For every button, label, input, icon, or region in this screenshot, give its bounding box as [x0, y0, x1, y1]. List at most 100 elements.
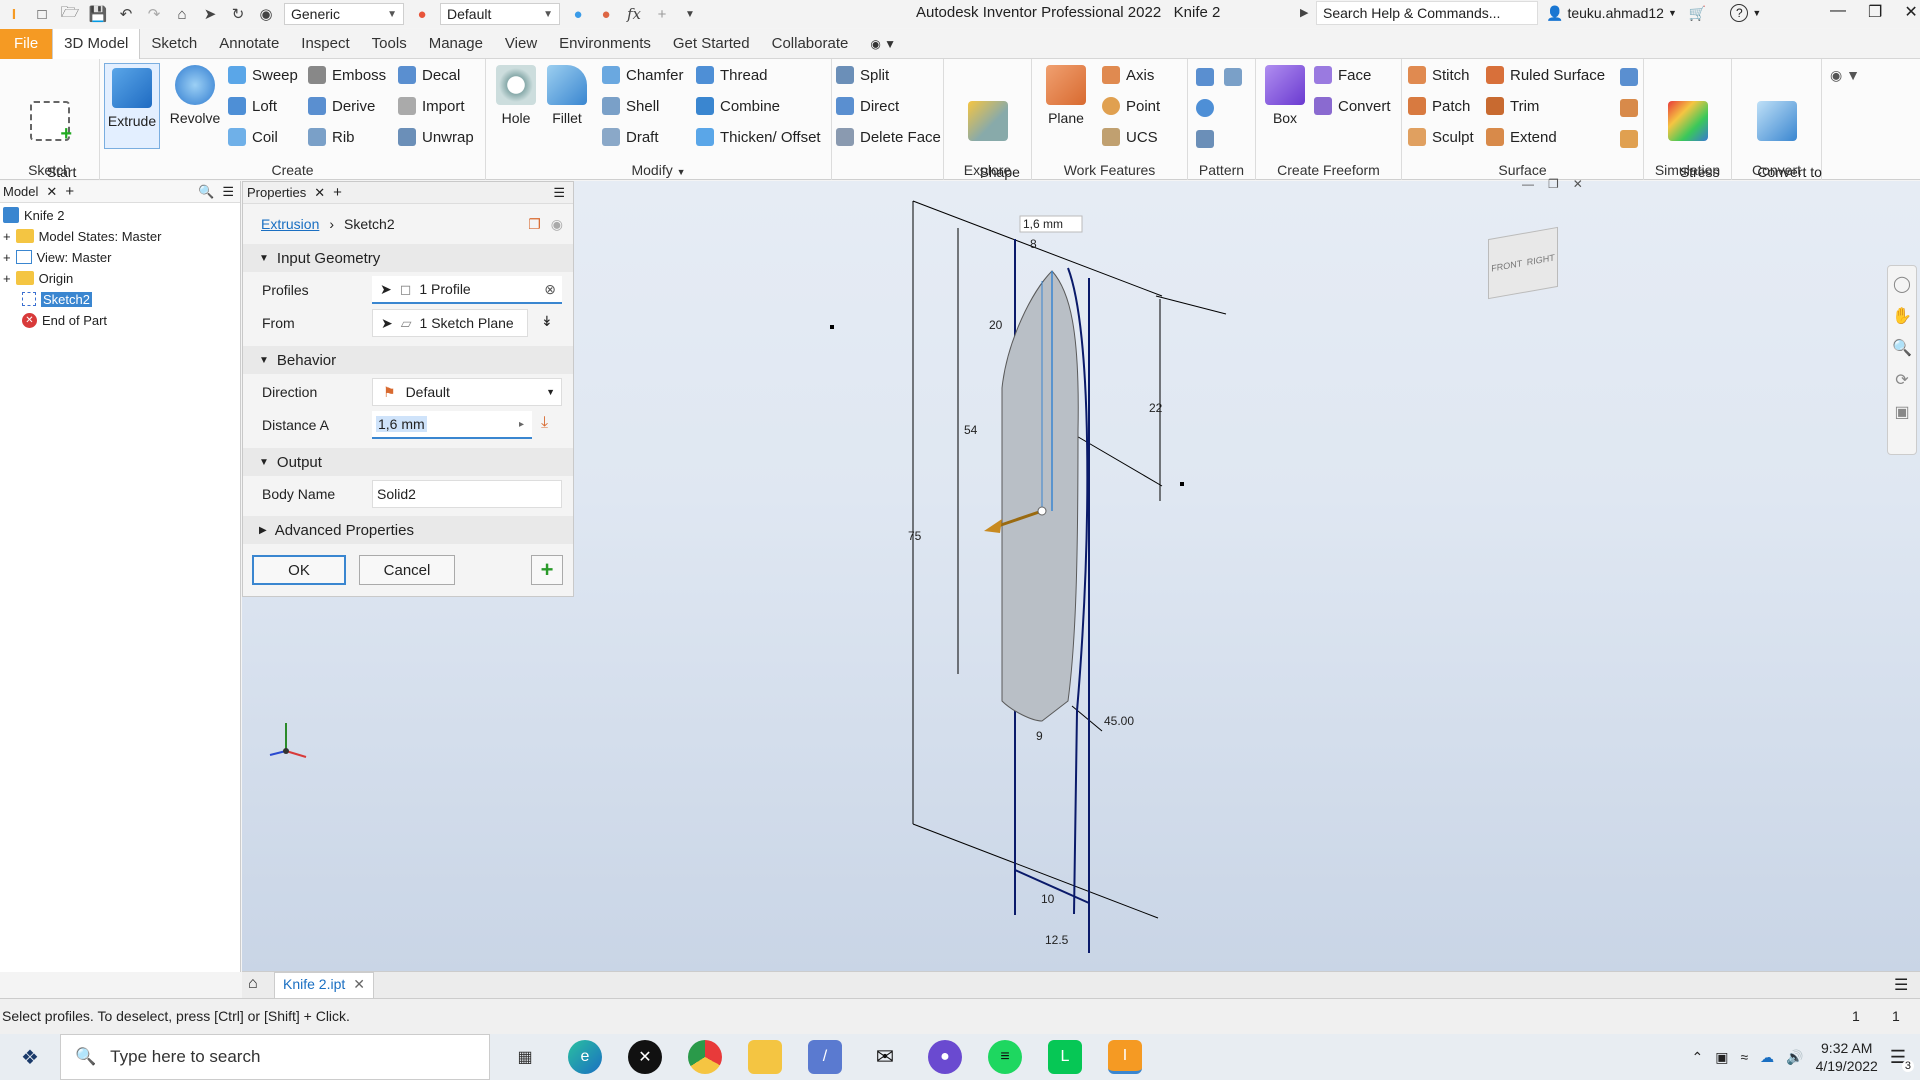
- section-advanced-properties[interactable]: ▶ Advanced Properties: [243, 516, 573, 544]
- point-button[interactable]: Point: [1102, 94, 1160, 118]
- tab-annotate[interactable]: Annotate: [208, 29, 290, 59]
- circular-pattern-button[interactable]: [1196, 96, 1214, 120]
- file-explorer-icon[interactable]: [748, 1040, 782, 1074]
- dimension-label[interactable]: 8: [1030, 237, 1037, 251]
- appearance-dropdown[interactable]: Default ▼: [440, 3, 560, 25]
- dimension-label[interactable]: 22: [1149, 401, 1162, 415]
- volume-icon[interactable]: 🔊: [1786, 1049, 1803, 1066]
- tab-tools[interactable]: Tools: [361, 29, 418, 59]
- spotify-icon[interactable]: ≡: [988, 1040, 1022, 1074]
- combine-button[interactable]: Combine: [696, 94, 780, 118]
- dimension-label[interactable]: 45.00: [1104, 714, 1134, 728]
- expand-icon[interactable]: +: [3, 229, 11, 244]
- dimension-distance-label[interactable]: 1,6 mm: [1023, 217, 1063, 231]
- sculpt-button[interactable]: Sculpt: [1408, 125, 1474, 149]
- thread-button[interactable]: Thread: [696, 63, 768, 87]
- tab-environments[interactable]: Environments: [548, 29, 662, 59]
- home-icon[interactable]: ⌂: [248, 975, 258, 993]
- search-icon[interactable]: 🔍: [198, 184, 214, 200]
- profiles-selector[interactable]: ➤ ◻ 1 Profile ⊗: [372, 276, 562, 304]
- shell-button[interactable]: Shell: [602, 94, 659, 118]
- cancel-button[interactable]: Cancel: [359, 555, 455, 585]
- ruled-surface-button[interactable]: Ruled Surface: [1486, 63, 1605, 87]
- chrome-icon[interactable]: [688, 1040, 722, 1074]
- plus-icon[interactable]: +: [333, 184, 342, 201]
- cart-icon[interactable]: 🛒: [1689, 5, 1706, 22]
- inventor-taskbar-icon[interactable]: I: [1108, 1040, 1142, 1074]
- restore-icon[interactable]: ❐: [1868, 2, 1882, 22]
- restore-icon[interactable]: ❐: [1548, 177, 1559, 191]
- breadcrumb-link[interactable]: Extrusion: [261, 216, 319, 232]
- tab-sketch[interactable]: Sketch: [140, 29, 208, 59]
- xbox-icon[interactable]: ✕: [628, 1040, 662, 1074]
- menu-icon[interactable]: ☰: [1894, 975, 1908, 995]
- draft-button[interactable]: Draft: [602, 125, 659, 149]
- close-icon[interactable]: ✕: [314, 185, 325, 201]
- plus-icon[interactable]: +: [651, 4, 673, 24]
- wifi-icon[interactable]: ≈: [1740, 1049, 1748, 1065]
- line-icon[interactable]: L: [1048, 1040, 1082, 1074]
- from-selector[interactable]: ➤ ▱ 1 Sketch Plane: [372, 309, 528, 337]
- minimize-icon[interactable]: —: [1522, 177, 1534, 191]
- discord-icon[interactable]: ●: [928, 1040, 962, 1074]
- chevron-down-icon[interactable]: ▼: [1752, 8, 1761, 18]
- tree-item-sketch[interactable]: Sketch2: [22, 289, 92, 309]
- edge-icon[interactable]: e: [568, 1040, 602, 1074]
- mail-icon[interactable]: ✉: [868, 1040, 902, 1074]
- rect-pattern-button[interactable]: [1196, 65, 1214, 89]
- dimension-label[interactable]: 12.5: [1045, 933, 1068, 947]
- stitch-button[interactable]: Stitch: [1408, 63, 1470, 87]
- tree-item-origin[interactable]: + Origin: [3, 268, 73, 288]
- appearance-icon[interactable]: ●: [411, 4, 433, 24]
- fillet-button[interactable]: Fillet: [542, 65, 592, 127]
- close-icon[interactable]: ✕: [353, 976, 365, 995]
- chevron-right-icon[interactable]: ▸: [519, 419, 524, 430]
- ucs-button[interactable]: UCS: [1102, 125, 1158, 149]
- split-button[interactable]: Split: [836, 63, 889, 87]
- document-tab[interactable]: Knife 2.ipt ✕: [274, 972, 374, 998]
- chevron-up-icon[interactable]: ⌃: [1691, 1049, 1703, 1066]
- from-options-icon[interactable]: ↡: [541, 313, 553, 330]
- plane-button[interactable]: Plane: [1038, 65, 1094, 127]
- coil-button[interactable]: Coil: [228, 125, 278, 149]
- minimize-icon[interactable]: —: [1830, 2, 1846, 22]
- section-input-geometry[interactable]: ▼ Input Geometry: [243, 244, 573, 272]
- import-button[interactable]: Import: [398, 94, 465, 118]
- tree-item-part[interactable]: Knife 2: [3, 205, 64, 225]
- apply-plus-button[interactable]: +: [531, 555, 563, 585]
- preset-icon[interactable]: ❐: [528, 216, 541, 233]
- unwrap-button[interactable]: Unwrap: [398, 125, 474, 149]
- convert-button[interactable]: Convert: [1314, 94, 1391, 118]
- look-at-icon[interactable]: ▣: [1894, 402, 1909, 422]
- notification-icon[interactable]: ☰ 3: [1890, 1047, 1914, 1072]
- tree-item-view[interactable]: + View: Master: [3, 247, 112, 267]
- tab-extra-menu[interactable]: ◉ ▼: [859, 29, 907, 59]
- zoom-icon[interactable]: 🔍: [1892, 338, 1912, 358]
- taskbar-search-input[interactable]: 🔍 Type here to search: [60, 1034, 490, 1080]
- dimension-label[interactable]: 75: [908, 529, 921, 543]
- flip-direction-icon[interactable]: ⤓: [541, 414, 548, 432]
- inventor-logo-icon[interactable]: I: [3, 4, 25, 24]
- tab-get-started[interactable]: Get Started: [662, 29, 761, 59]
- patch-button[interactable]: Patch: [1408, 94, 1470, 118]
- tree-item-end-of-part[interactable]: ✕ End of Part: [22, 310, 107, 330]
- expand-icon[interactable]: +: [3, 250, 11, 265]
- material-icon[interactable]: ◉: [255, 4, 277, 24]
- tree-item-model-states[interactable]: + Model States: Master: [3, 226, 161, 246]
- tab-collaborate[interactable]: Collaborate: [761, 29, 860, 59]
- plus-icon[interactable]: +: [65, 183, 74, 200]
- section-behavior[interactable]: ▼ Behavior: [243, 346, 573, 374]
- onedrive-icon[interactable]: ☁: [1760, 1049, 1774, 1066]
- hole-button[interactable]: Hole: [490, 65, 542, 127]
- revolve-button[interactable]: Revolve: [164, 65, 226, 127]
- surface-extra-1-button[interactable]: [1620, 65, 1638, 89]
- trim-button[interactable]: Trim: [1486, 94, 1539, 118]
- tab-view[interactable]: View: [494, 29, 548, 59]
- close-icon[interactable]: ✕: [1904, 2, 1917, 22]
- direction-dropdown[interactable]: ⚑ Default ▼: [372, 378, 562, 406]
- help-search-input[interactable]: Search Help & Commands...: [1316, 1, 1538, 25]
- rib-button[interactable]: Rib: [308, 125, 355, 149]
- app-icon[interactable]: /: [808, 1040, 842, 1074]
- view-cube[interactable]: FRONT RIGHT: [1488, 226, 1558, 300]
- expand-icon[interactable]: +: [3, 271, 11, 286]
